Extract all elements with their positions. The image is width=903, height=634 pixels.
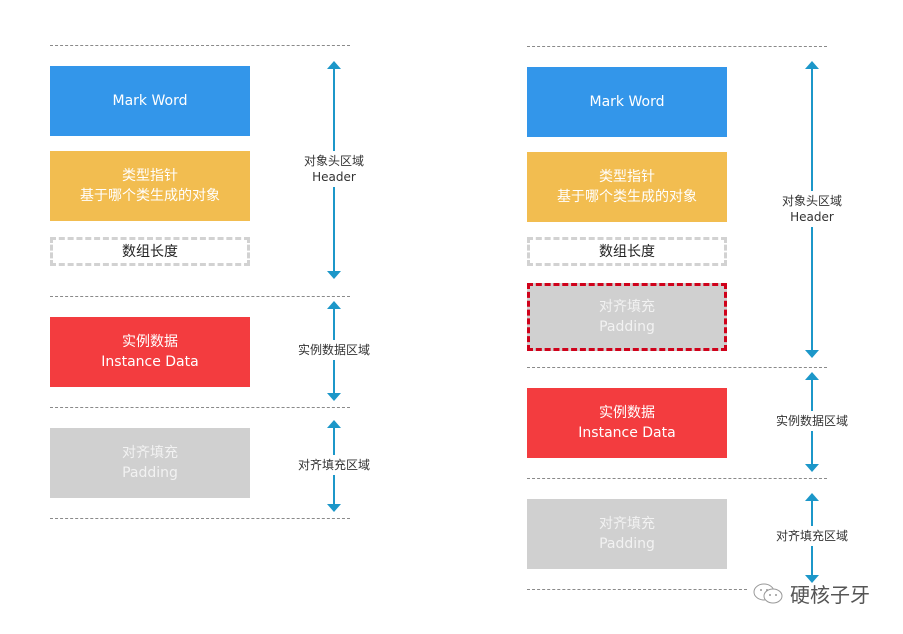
array-length-block: 数组长度 — [50, 237, 250, 266]
header-padding-block: 对齐填充 Padding — [527, 283, 727, 351]
instance-data-title: 实例数据 — [122, 334, 178, 350]
divider-header-end — [50, 296, 350, 297]
padding-region-label: 对齐填充区域 — [297, 455, 371, 475]
padding-title: 对齐填充 — [599, 516, 655, 532]
divider-header-end — [527, 367, 827, 368]
arrow-down-icon — [327, 504, 341, 512]
padding-subtitle: Padding — [599, 536, 655, 552]
mark-word-block: Mark Word — [527, 67, 727, 137]
instance-data-subtitle: Instance Data — [578, 425, 676, 441]
instance-data-subtitle: Instance Data — [101, 354, 199, 370]
instance-data-block: 实例数据 Instance Data — [527, 388, 727, 458]
header-padding-subtitle: Padding — [599, 319, 655, 335]
padding-title: 对齐填充 — [122, 445, 178, 461]
mark-word-label: Mark Word — [589, 94, 665, 110]
header-region-en: Header — [312, 170, 356, 184]
instance-data-title: 实例数据 — [599, 405, 655, 421]
instance-data-block: 实例数据 Instance Data — [50, 317, 250, 387]
klass-pointer-block: 类型指针 基于哪个类生成的对象 — [527, 152, 727, 222]
header-region-label: 对象头区域 Header — [303, 151, 365, 187]
klass-pointer-title: 类型指针 — [599, 169, 655, 185]
header-region-cn: 对象头区域 — [781, 194, 843, 208]
mark-word-label: Mark Word — [112, 93, 188, 109]
instance-region-label: 实例数据区域 — [297, 340, 371, 360]
divider-top — [527, 46, 827, 47]
mark-word-block: Mark Word — [50, 66, 250, 136]
divider-instance-end — [527, 478, 827, 479]
watermark-text: 硬核子牙 — [790, 583, 870, 607]
klass-pointer-block: 类型指针 基于哪个类生成的对象 — [50, 151, 250, 221]
padding-region-label: 对齐填充区域 — [775, 526, 849, 546]
arrow-down-icon — [805, 464, 819, 472]
header-region-label: 对象头区域 Header — [781, 191, 843, 227]
array-length-label: 数组长度 — [599, 243, 655, 260]
instance-region-label: 实例数据区域 — [775, 411, 849, 431]
divider-bottom — [50, 518, 350, 519]
header-padding-title: 对齐填充 — [599, 299, 655, 315]
array-length-block: 数组长度 — [527, 237, 727, 266]
divider-bottom — [527, 589, 747, 590]
array-length-label: 数组长度 — [122, 243, 178, 260]
wechat-icon — [752, 582, 786, 606]
divider-top — [50, 45, 350, 46]
arrow-down-icon — [327, 271, 341, 279]
klass-pointer-title: 类型指针 — [122, 168, 178, 184]
arrow-down-icon — [805, 350, 819, 358]
klass-pointer-desc: 基于哪个类生成的对象 — [80, 188, 220, 204]
klass-pointer-desc: 基于哪个类生成的对象 — [557, 189, 697, 205]
padding-block: 对齐填充 Padding — [50, 428, 250, 498]
padding-subtitle: Padding — [122, 465, 178, 481]
header-region-en: Header — [790, 210, 834, 224]
watermark: 硬核子牙 — [752, 579, 870, 608]
divider-instance-end — [50, 407, 350, 408]
header-region-cn: 对象头区域 — [303, 154, 365, 168]
padding-block: 对齐填充 Padding — [527, 499, 727, 569]
arrow-down-icon — [327, 393, 341, 401]
